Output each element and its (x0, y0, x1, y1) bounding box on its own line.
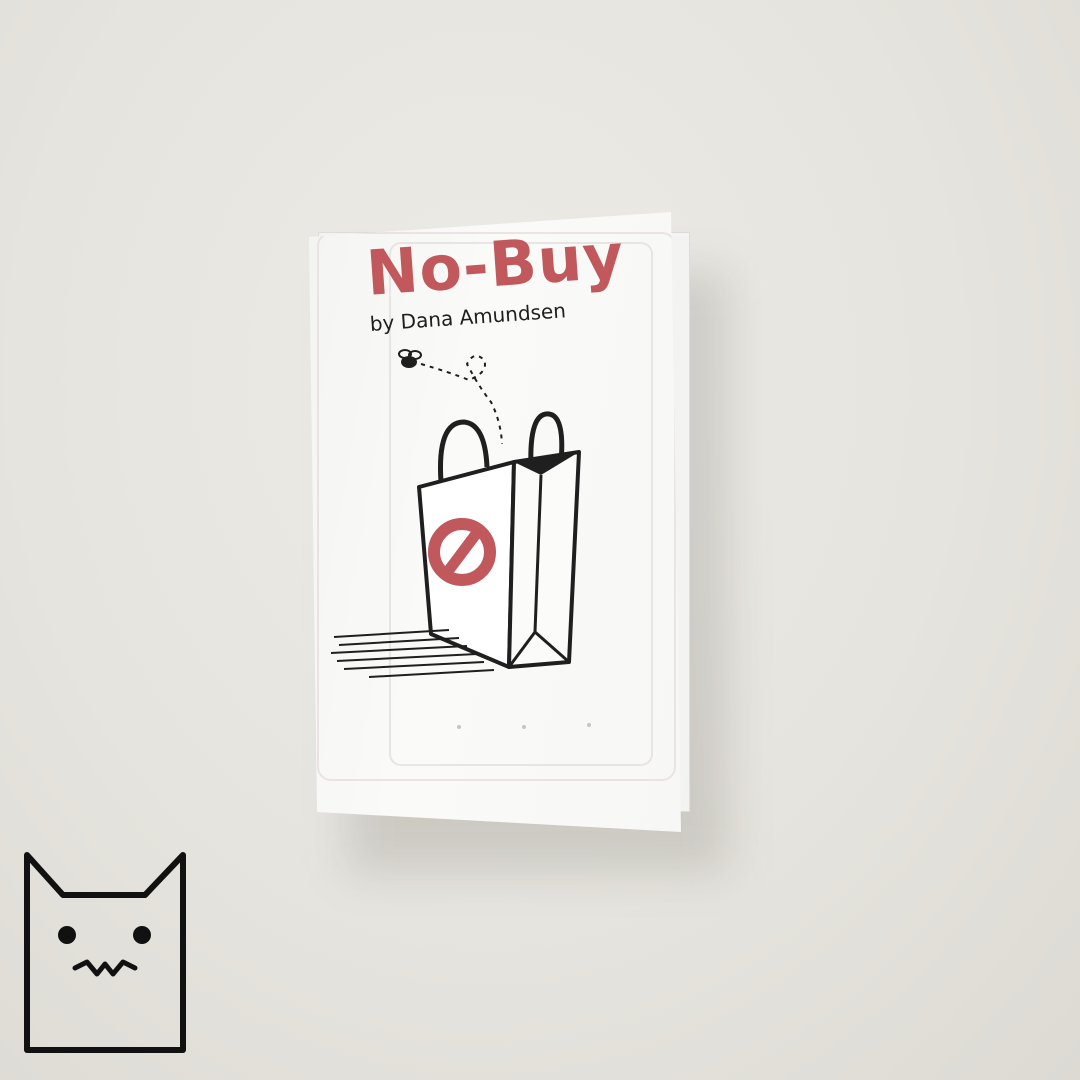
cover-footer-marks (457, 723, 591, 729)
photo-scene: No-Buy by Dana Amundsen (0, 0, 1080, 1080)
cat-face-icon (24, 852, 186, 1053)
zine-cover: No-Buy by Dana Amundsen (309, 212, 681, 832)
bag-illustration (330, 349, 591, 729)
